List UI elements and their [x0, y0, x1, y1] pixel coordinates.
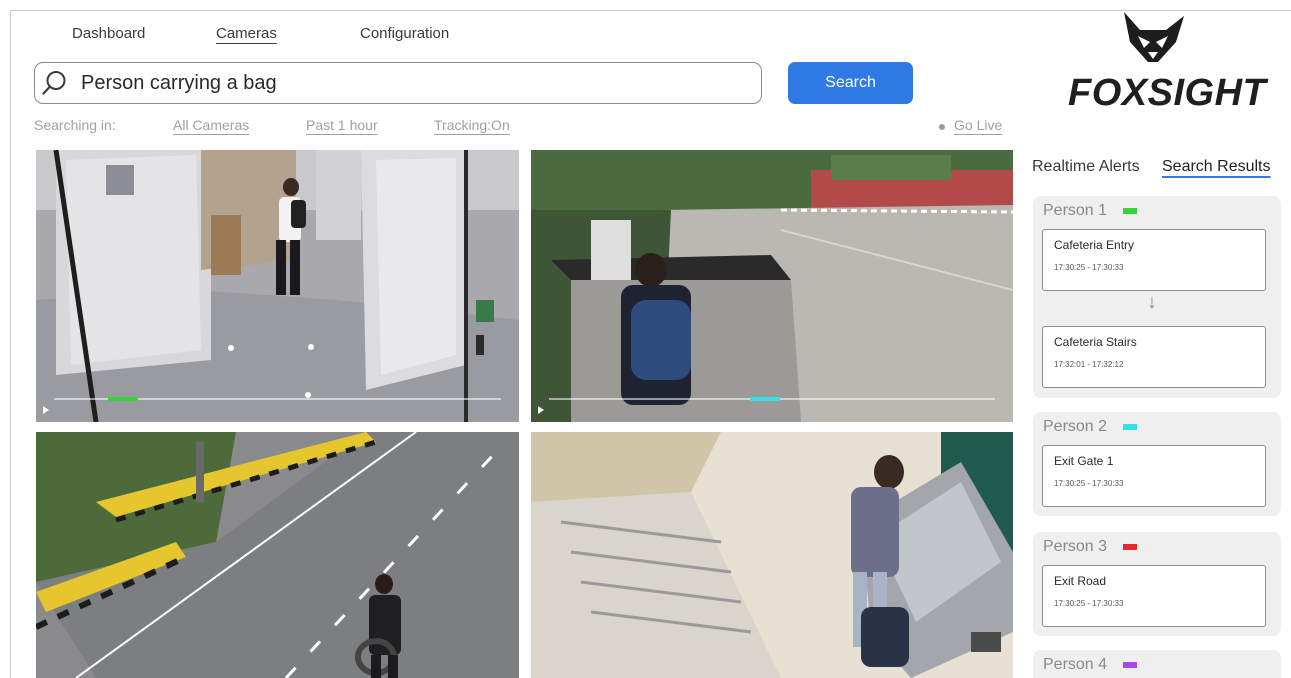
- camera-frame-road: [36, 432, 519, 678]
- searching-in-label: Searching in:: [34, 117, 116, 133]
- location-entry[interactable]: Cafeteria Stairs 17:32:01 - 17:32:12: [1042, 326, 1266, 388]
- person-label: Person 2: [1043, 418, 1108, 435]
- location-name: Cafeteria Stairs: [1054, 335, 1137, 349]
- video-timeline[interactable]: [549, 397, 995, 401]
- filter-tracking[interactable]: Tracking:On: [434, 117, 510, 133]
- nav-configuration[interactable]: Configuration: [360, 25, 449, 42]
- location-entry[interactable]: Exit Gate 1 17:30:25 - 17:30:33: [1042, 445, 1266, 507]
- camera-frame-stairwell: [531, 432, 1013, 678]
- live-dot-icon: [939, 124, 945, 130]
- timeline-marker: [107, 397, 138, 401]
- search-button[interactable]: Search: [788, 62, 913, 104]
- person-color-swatch: [1123, 424, 1137, 430]
- location-entry[interactable]: Cafeteria Entry 17:30:25 - 17:30:33: [1042, 229, 1266, 291]
- tab-realtime-alerts[interactable]: Realtime Alerts: [1032, 158, 1140, 176]
- location-name: Exit Gate 1: [1054, 454, 1114, 468]
- video-timeline[interactable]: [54, 397, 501, 401]
- person-label: Person 1: [1043, 202, 1108, 219]
- camera-feed-2[interactable]: [531, 150, 1013, 422]
- nav-dashboard[interactable]: Dashboard: [72, 25, 145, 42]
- timeline-marker: [749, 397, 780, 401]
- arrow-down-icon: ↓: [1147, 291, 1157, 313]
- search-bar[interactable]: [34, 62, 762, 104]
- search-icon: [42, 71, 66, 95]
- location-time: 17:30:25 - 17:30:33: [1054, 263, 1124, 272]
- play-icon[interactable]: [43, 406, 49, 414]
- location-time: 17:30:25 - 17:30:33: [1054, 479, 1124, 488]
- camera-feed-4[interactable]: [531, 432, 1013, 678]
- person-label: Person 3: [1043, 538, 1108, 555]
- play-icon[interactable]: [538, 406, 544, 414]
- location-time: 17:32:01 - 17:32:12: [1054, 360, 1124, 369]
- person-color-swatch: [1123, 662, 1137, 668]
- camera-feed-3[interactable]: [36, 432, 519, 678]
- search-input[interactable]: [81, 67, 741, 99]
- nav-cameras[interactable]: Cameras: [216, 25, 277, 42]
- filter-time-range[interactable]: Past 1 hour: [306, 117, 378, 133]
- camera-frame-plaza: [531, 150, 1013, 422]
- camera-frame-corridor: [36, 150, 519, 422]
- person-label: Person 4: [1043, 656, 1108, 673]
- location-name: Cafeteria Entry: [1054, 238, 1135, 252]
- person-result-4[interactable]: Person 4: [1033, 650, 1281, 678]
- location-entry[interactable]: Exit Road 17:30:25 - 17:30:33: [1042, 565, 1266, 627]
- person-color-swatch: [1123, 544, 1137, 550]
- go-live-link[interactable]: Go Live: [954, 117, 1002, 133]
- fox-head-logo: [1124, 12, 1184, 62]
- camera-feed-1[interactable]: [36, 150, 519, 422]
- person-result-1[interactable]: Person 1 Cafeteria Entry 17:30:25 - 17:3…: [1033, 196, 1281, 398]
- location-time: 17:30:25 - 17:30:33: [1054, 599, 1124, 608]
- tab-search-results[interactable]: Search Results: [1162, 158, 1271, 176]
- person-result-3[interactable]: Person 3 Exit Road 17:30:25 - 17:30:33: [1033, 532, 1281, 636]
- brand-name: FOXSIGHT: [1068, 72, 1267, 114]
- location-name: Exit Road: [1054, 574, 1107, 588]
- person-result-2[interactable]: Person 2 Exit Gate 1 17:30:25 - 17:30:33: [1033, 412, 1281, 516]
- filter-cameras[interactable]: All Cameras: [173, 117, 249, 133]
- search-filters: Searching in: All Cameras Past 1 hour Tr…: [0, 117, 1020, 139]
- person-color-swatch: [1123, 208, 1137, 214]
